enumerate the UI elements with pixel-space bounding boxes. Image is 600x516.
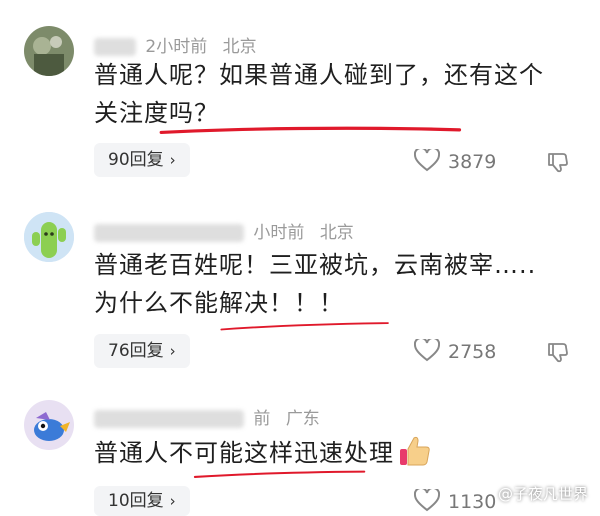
dislike-button[interactable] xyxy=(546,340,570,368)
red-underline xyxy=(220,322,389,331)
red-underline xyxy=(193,470,366,478)
heart-outline-icon xyxy=(413,146,441,172)
like-button[interactable]: 2758 xyxy=(413,336,497,363)
blurred-username xyxy=(94,224,244,242)
reply-count-label: 10回复 xyxy=(108,491,164,511)
like-button[interactable]: 3879 xyxy=(413,146,497,173)
heart-outline-icon xyxy=(413,486,441,512)
red-underline xyxy=(159,126,462,135)
comment-text-content: 普通人不可能这样迅速处理 xyxy=(94,439,394,467)
dislike-button[interactable] xyxy=(546,150,570,178)
comment-time: 2小时前 xyxy=(145,37,208,57)
comment-text-line: 普通人呢？如果普通人碰到了，还有这个 xyxy=(94,61,544,89)
blurred-username xyxy=(94,38,136,56)
thumbs-down-icon xyxy=(548,153,568,173)
heart-outline-icon xyxy=(413,336,441,362)
comment-text: 普通人呢？如果普通人碰到了，还有这个 关注度吗？ xyxy=(94,56,544,132)
chevron-right-icon: › xyxy=(169,342,176,360)
chevron-right-icon: › xyxy=(169,492,176,510)
reply-count-button[interactable]: 10回复 › xyxy=(94,486,190,516)
comment-meta: 小时前 北京 xyxy=(94,218,354,243)
comment-thread: 2小时前 北京 普通人呢？如果普通人碰到了，还有这个 关注度吗？ 90回复 › 3… xyxy=(0,0,600,516)
reply-count-label: 76回复 xyxy=(108,341,164,361)
comment-time: 小时前 xyxy=(253,223,305,243)
comment-location: 北京 xyxy=(319,223,354,243)
comment-meta: 前 广东 xyxy=(94,404,320,429)
user-avatar[interactable] xyxy=(24,26,74,76)
comment-text-line: 普通老百姓呢！三亚被坑，云南被宰….. xyxy=(94,251,537,279)
comment-location: 广东 xyxy=(285,409,320,429)
blurred-username xyxy=(94,410,244,428)
comment-text: 普通老百姓呢！三亚被坑，云南被宰….. 为什么不能解决！！！ xyxy=(94,246,536,322)
user-avatar[interactable] xyxy=(24,212,74,262)
thumbs-down-icon xyxy=(548,343,568,363)
reply-count-button[interactable]: 76回复 › xyxy=(94,334,190,368)
comment-meta: 2小时前 北京 xyxy=(94,32,257,57)
chevron-right-icon: › xyxy=(169,151,176,169)
like-count: 3879 xyxy=(448,151,497,173)
reply-count-label: 90回复 xyxy=(108,150,164,170)
like-button[interactable]: 1130 xyxy=(413,486,497,513)
like-count: 2758 xyxy=(448,341,497,363)
reply-count-button[interactable]: 90回复 › xyxy=(94,143,190,177)
watermark: @子夜凡世界 xyxy=(497,485,588,503)
comment-time: 前 xyxy=(253,409,271,429)
comment-text-line: 为什么不能解决！！！ xyxy=(94,289,344,317)
comment-location: 北京 xyxy=(222,37,257,57)
user-avatar[interactable] xyxy=(24,400,74,450)
like-count: 1130 xyxy=(448,491,497,513)
